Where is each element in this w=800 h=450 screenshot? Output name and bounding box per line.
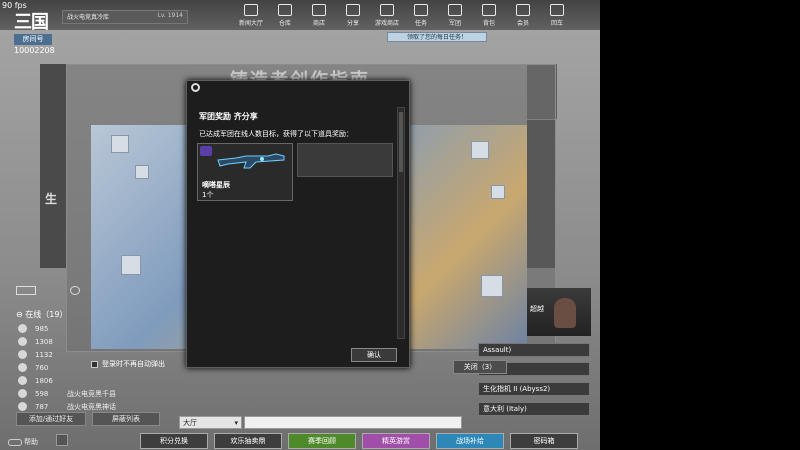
friends-header: [12, 284, 96, 298]
power-icon: [550, 4, 564, 16]
shield-icon: [448, 4, 462, 16]
avatar: [554, 298, 576, 328]
nav-vip[interactable]: 会员: [506, 2, 540, 28]
player-card[interactable]: 战火电竞真冷库 Lv. 1914: [62, 10, 188, 24]
nav-bag[interactable]: 背包: [472, 2, 506, 28]
gear-icon: [191, 83, 200, 92]
tab-season-review[interactable]: 赛季回顾: [288, 433, 356, 449]
checkbox-icon[interactable]: [91, 360, 98, 368]
chat-channel-select[interactable]: 大厅 ▾: [179, 416, 242, 429]
avatar: [18, 350, 27, 359]
close-button[interactable]: 关闭（3）: [453, 360, 507, 374]
avatar: [18, 402, 27, 411]
nav-game-shop[interactable]: 游戏商店: [370, 2, 404, 28]
task-icon: [414, 4, 428, 16]
reward-dialog: 军团奖励 齐分享 已达成军团在线人数目标，获得了以下道具奖励： 嘀嗒星辰 1个 …: [186, 80, 410, 368]
reward-count: 1个: [202, 191, 214, 199]
help-link[interactable]: 帮助: [8, 437, 38, 447]
nav-share[interactable]: 分享: [336, 2, 370, 28]
scroll-thumb[interactable]: [399, 112, 403, 172]
empty-reward-slot: [297, 143, 393, 177]
bottom-tab-bar: 积分兑换 欢乐抽卖鼎 赛季回顾 精英游赏 战场补给 密码箱: [140, 433, 600, 450]
share-icon: [346, 4, 360, 16]
art-cube: [135, 165, 149, 179]
avatar: [18, 389, 27, 398]
dialog-scrollbar[interactable]: [397, 107, 405, 339]
confirm-button[interactable]: 确认: [351, 348, 397, 362]
dialog-title: 军团奖励 齐分享: [199, 112, 258, 121]
mode-item[interactable]: 生化指机 II (Abyss2): [478, 382, 590, 396]
tab-supply[interactable]: 战场补给: [436, 433, 504, 449]
player-level: Lv. 1914: [157, 12, 183, 19]
avatar: [18, 363, 27, 372]
avatar-name: 超越: [530, 305, 544, 313]
add-friend-button[interactable]: 添加/通过好友: [16, 412, 86, 426]
list-item[interactable]: 985: [18, 322, 178, 335]
top-nav: 新闻大厅 仓库 商店 分享 游戏商店 任务 军团 背包 会员 回车: [234, 2, 574, 28]
tab-password-box[interactable]: 密码箱: [510, 433, 578, 449]
nav-warehouse[interactable]: 仓库: [268, 2, 302, 28]
friends-tab-icon[interactable]: [16, 286, 36, 295]
weapon-icon: [217, 153, 285, 169]
art-cube: [481, 275, 503, 297]
avatar: [18, 376, 27, 385]
news-icon: [244, 4, 258, 16]
warehouse-icon: [278, 4, 292, 16]
mode-item[interactable]: 意大利 (Italy): [478, 402, 590, 416]
art-cube: [491, 185, 505, 199]
nav-legion[interactable]: 军团: [438, 2, 472, 28]
nav-tasks[interactable]: 任务: [404, 2, 438, 28]
vip-icon: [516, 4, 530, 16]
avatar: [18, 337, 27, 346]
reward-item[interactable]: 嘀嗒星辰 1个: [197, 143, 293, 201]
game-client-window: 三国 战火电竞真冷库 Lv. 1914 房间号 10002208 新闻大厅 仓库…: [0, 0, 600, 450]
tab-lottery[interactable]: 欢乐抽卖鼎: [214, 433, 282, 449]
shop-icon: [312, 4, 326, 16]
art-cube: [121, 255, 141, 275]
search-icon[interactable]: [56, 434, 68, 446]
gift-icon: [380, 4, 394, 16]
mode-item[interactable]: Assault): [478, 343, 590, 357]
room-number-label: 房间号: [14, 34, 52, 45]
tab-points-exchange[interactable]: 积分兑换: [140, 433, 208, 449]
nav-news[interactable]: 新闻大厅: [234, 2, 268, 28]
room-id: 10002208: [14, 46, 55, 55]
rarity-badge: [200, 146, 212, 156]
keyboard-icon: [8, 438, 22, 446]
bag-icon: [482, 4, 496, 16]
list-item[interactable]: 1806: [18, 374, 178, 387]
nav-shop[interactable]: 商店: [302, 2, 336, 28]
reward-name: 嘀嗒星辰: [202, 181, 230, 189]
online-count[interactable]: ⊖ 在线（19）: [16, 309, 67, 320]
fps-counter: 90 fps: [2, 1, 27, 10]
nav-exit[interactable]: 回车: [540, 2, 574, 28]
left-banner-text: 生: [45, 192, 58, 206]
search-friend-icon[interactable]: [70, 286, 80, 295]
avatar: [18, 324, 27, 333]
art-cube: [471, 141, 489, 159]
art-cube: [111, 135, 129, 153]
player-name: 战火电竞真冷库: [67, 14, 110, 21]
task-notification[interactable]: 领取了您的每日任务！: [387, 32, 487, 42]
game-logo: 三国: [14, 12, 49, 33]
auto-popup-checkbox[interactable]: 登录时不再自动弹出: [91, 359, 165, 369]
chat-input[interactable]: [244, 416, 462, 429]
dialog-description: 已达成军团在线人数目标，获得了以下道具奖励：: [199, 130, 353, 138]
list-item[interactable]: 598 战火电竞黑千县: [18, 387, 178, 400]
chevron-down-icon: ▾: [234, 419, 238, 427]
tab-elite[interactable]: 精英游赏: [362, 433, 430, 449]
block-list-button[interactable]: 屏蔽列表: [92, 412, 160, 426]
list-item[interactable]: 1308: [18, 335, 178, 348]
left-banner: [40, 64, 67, 268]
